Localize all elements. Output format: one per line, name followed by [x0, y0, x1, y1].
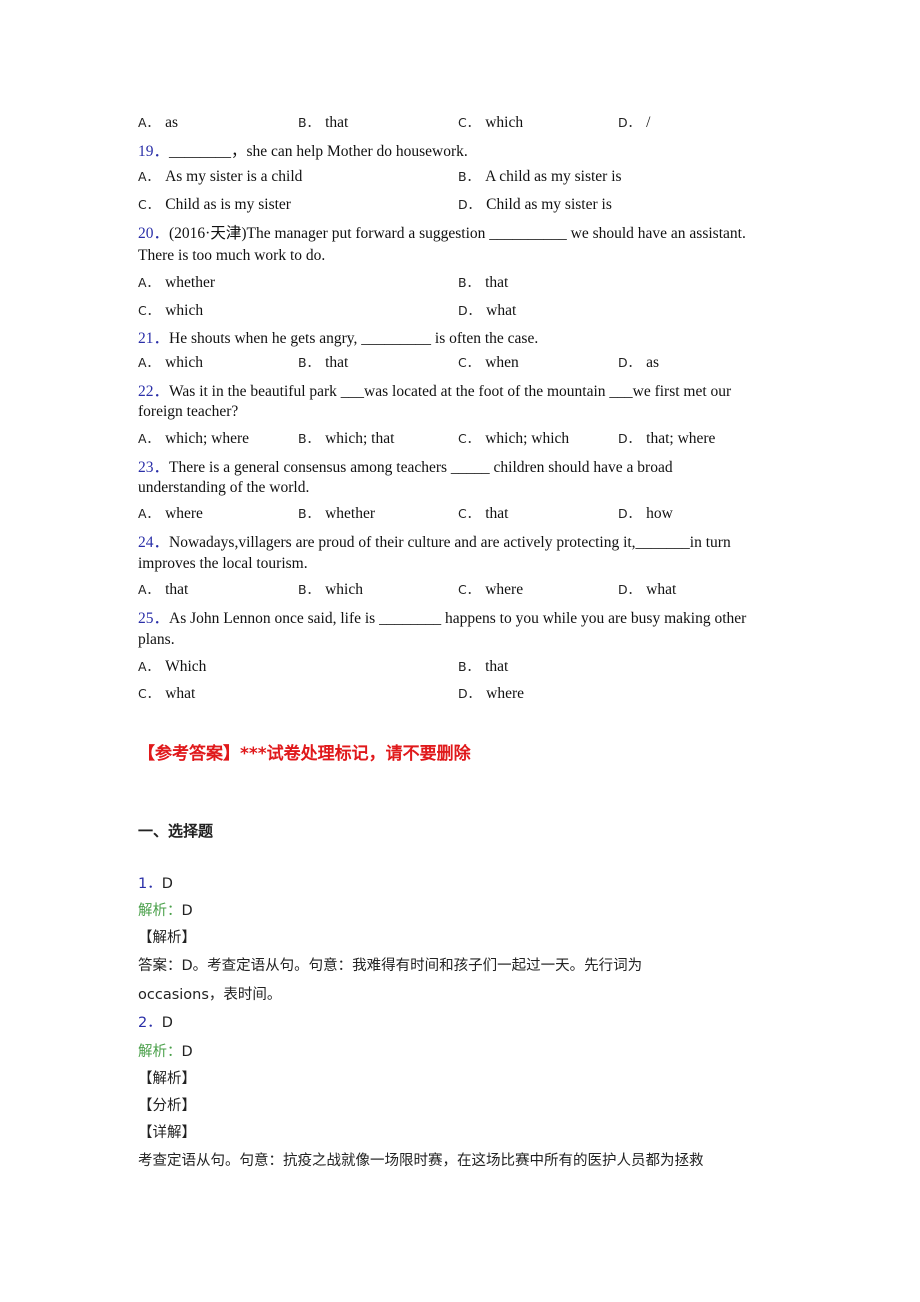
- option-c: C． Child as is my sister: [138, 196, 291, 213]
- option-b: B． A child as my sister is: [458, 168, 622, 185]
- question-text: 24．Nowadays,villagers are proud of their…: [138, 534, 731, 551]
- option-a: A． as: [138, 114, 178, 131]
- question-text-continued: improves the local tourism.: [138, 555, 308, 572]
- option-b: B． that: [458, 274, 509, 291]
- answer-number: 1．D: [138, 876, 173, 892]
- option-c: C． which; which: [458, 430, 570, 447]
- analysis-line: 解析：D: [138, 1044, 193, 1060]
- analysis-tag: 【解析】: [138, 1071, 196, 1087]
- analysis-tag: 【解析】: [138, 930, 196, 946]
- option-a: A． Which: [138, 658, 207, 675]
- option-a: A． which; where: [138, 430, 249, 447]
- analysis-line: 解析：D: [138, 903, 193, 919]
- analysis-tag: 【分析】: [138, 1098, 196, 1114]
- option-b: B． which: [298, 581, 363, 598]
- question-text: 20．(2016·天津)The manager put forward a su…: [138, 225, 746, 242]
- option-b: B． that: [298, 354, 349, 371]
- option-b: B． that: [298, 114, 349, 131]
- question-text-continued: There is too much work to do.: [138, 247, 326, 264]
- question-text-continued: plans.: [138, 631, 175, 648]
- explanation-text: 考查定语从句。句意：抗疫之战就像一场限时赛，在这场比赛中所有的医护人员都为拯救: [138, 1153, 704, 1169]
- explanation-text-continued: occasions，表时间。: [138, 987, 282, 1003]
- option-c: C． that: [458, 505, 509, 522]
- option-c: C． when: [458, 354, 519, 371]
- option-d: D． Child as my sister is: [458, 196, 612, 213]
- question-text: 22．Was it in the beautiful park ___was l…: [138, 383, 732, 400]
- question-text: 25．As John Lennon once said, life is ___…: [138, 610, 747, 627]
- option-c: C． what: [138, 685, 196, 702]
- option-a: A． As my sister is a child: [138, 168, 303, 185]
- question-text-continued: understanding of the world.: [138, 479, 310, 496]
- question-text-continued: foreign teacher?: [138, 403, 239, 420]
- option-d: D． /: [618, 114, 651, 131]
- option-d: D． as: [618, 354, 660, 371]
- option-d: D． where: [458, 685, 525, 702]
- option-b: B． whether: [298, 505, 375, 522]
- option-a: A． where: [138, 505, 203, 522]
- explanation-text: 答案：D。考查定语从句。句意：我难得有时间和孩子们一起过一天。先行词为: [138, 958, 643, 974]
- option-d: D． what: [618, 581, 677, 598]
- option-d: D． how: [618, 505, 673, 522]
- option-d: D． what: [458, 302, 517, 319]
- section-title: 一、选择题: [138, 822, 214, 840]
- option-a: A． which: [138, 354, 203, 371]
- document-page: A． as B． that C． which D．/ 19．________，she …: [0, 0, 920, 1302]
- question-text: 21．He shouts when he gets angry, _______…: [138, 330, 539, 347]
- option-b: B． that: [458, 658, 509, 675]
- option-c: C． which: [138, 302, 204, 319]
- question-text: 19．________，she can help Mother do house…: [138, 143, 468, 160]
- option-a: A． whether: [138, 274, 215, 291]
- option-c: C． where: [458, 581, 524, 598]
- option-c: C． which: [458, 114, 524, 131]
- answer-key-header: 【参考答案】***试卷处理标记，请不要删除: [138, 744, 471, 764]
- option-b: B． which; that: [298, 430, 395, 447]
- option-d: D． that; where: [618, 430, 716, 447]
- question-text: 23．There is a general consensus among te…: [138, 459, 673, 476]
- answer-number: 2．D: [138, 1015, 173, 1031]
- option-a: A． that: [138, 581, 189, 598]
- analysis-tag: 【详解】: [138, 1125, 196, 1141]
